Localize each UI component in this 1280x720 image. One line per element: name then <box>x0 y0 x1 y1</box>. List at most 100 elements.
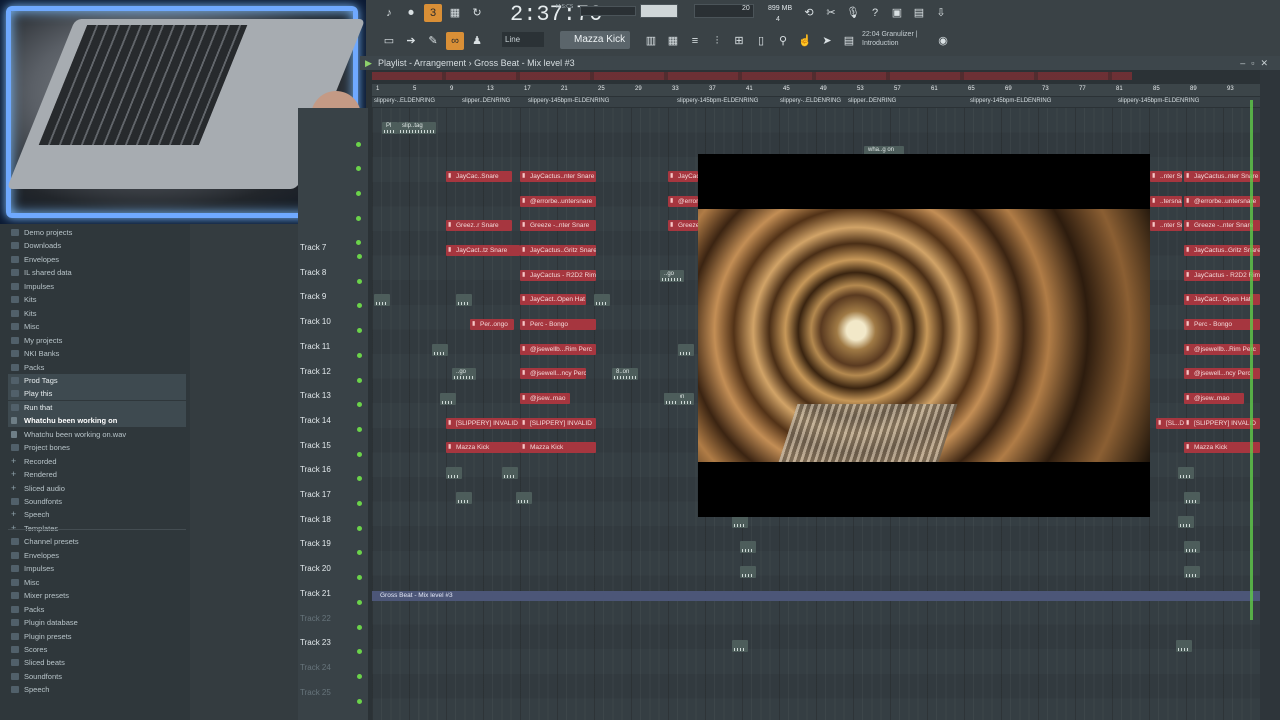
pattern-clip[interactable]: Greeze -..nter Snare <box>1184 220 1260 231</box>
browser-item[interactable]: Mixer presets <box>8 589 186 602</box>
track-mute-led[interactable] <box>356 240 361 245</box>
marker-row[interactable]: slippery-..ELDENRING slipper..DENRING slip… <box>372 97 1260 107</box>
playlist-icon[interactable]: ▭ <box>380 32 398 50</box>
pattern-clip[interactable]: [SLIPPERY] INVALID <box>1184 418 1260 429</box>
audio-clip-fragment[interactable] <box>516 492 532 504</box>
audio-clip-fragment[interactable] <box>374 294 390 306</box>
track-header[interactable]: Track 11 <box>298 338 368 362</box>
browser-item[interactable]: Kits <box>8 293 186 306</box>
audio-clip-fragment[interactable] <box>1184 541 1200 553</box>
piano-roll-icon[interactable]: ▦ <box>664 32 682 50</box>
audio-clip-fragment[interactable] <box>432 344 448 356</box>
track-mute-led[interactable] <box>357 599 362 605</box>
pattern-selector[interactable]: Mazza Kick <box>560 31 630 49</box>
play-icon[interactable]: ▶ <box>365 56 372 70</box>
track-mute-led[interactable] <box>357 624 362 630</box>
pattern-clip[interactable]: [SLIPPERY] INVALID <box>520 418 596 429</box>
browser-item[interactable]: Soundfonts <box>8 670 186 683</box>
audio-clip-fragment[interactable] <box>1178 516 1194 528</box>
browser-item[interactable]: Demo projects <box>8 226 186 239</box>
marker-label[interactable]: slippery-..ELDENRING <box>374 98 435 104</box>
help-icon[interactable]: ? <box>866 4 884 22</box>
browser-item[interactable]: Envelopes <box>8 253 186 266</box>
blend-notes-icon[interactable]: ▦ <box>446 4 464 22</box>
marker-label[interactable]: slippery-145bpm-ELDENRING <box>528 98 609 104</box>
browser-item[interactable]: Kits <box>8 307 186 320</box>
audio-clip-fragment[interactable] <box>740 541 756 553</box>
track-header[interactable]: Track 13 <box>298 387 368 411</box>
audio-clip-fragment[interactable] <box>732 640 748 652</box>
track-mute-led[interactable] <box>357 278 362 284</box>
track-header[interactable]: Track 25 <box>298 684 368 708</box>
microphone-icon[interactable]: 🎙 <box>844 4 862 22</box>
pattern-clip[interactable]: JayCact.. <box>668 171 698 182</box>
browser-item[interactable]: Packs <box>8 603 186 616</box>
pattern-clip[interactable]: ..nter Snare <box>1150 171 1182 182</box>
marker-label[interactable]: slippery-145bpm-ELDENRING <box>677 98 758 104</box>
marker-label[interactable]: slipper..DENRING <box>462 98 510 104</box>
pattern-clip[interactable]: JayCactus..nter Snare <box>520 171 596 182</box>
audio-clip-fragment[interactable] <box>664 393 680 405</box>
track-mute-led[interactable] <box>356 166 361 171</box>
browser-item[interactable]: + Rendered <box>8 468 186 481</box>
marker-label[interactable]: slippery-145bpm-ELDENRING <box>970 98 1051 104</box>
track-mute-led[interactable] <box>357 698 362 704</box>
audio-clip-fragment[interactable] <box>1176 640 1192 652</box>
browser-item[interactable]: Misc <box>8 320 186 333</box>
browser-item[interactable]: Packs <box>8 361 186 374</box>
browser-item[interactable]: Project bones <box>8 441 186 454</box>
pattern-clip[interactable]: @errorbe..untersnare <box>1184 196 1260 207</box>
track-header[interactable]: Track 15 <box>298 437 368 461</box>
pattern-clip[interactable]: JayCactus..Gritz Snare <box>520 245 596 256</box>
audio-clip[interactable]: 8..on <box>612 368 638 380</box>
browser-item[interactable]: NKI Banks <box>8 347 186 360</box>
track-mute-led[interactable] <box>357 426 362 432</box>
online-icon[interactable]: ◉ <box>934 32 952 50</box>
audio-clip-fragment[interactable] <box>446 467 462 479</box>
pattern-clip[interactable]: JayCac..Snare <box>446 171 512 182</box>
browser-item[interactable]: Whatchu been working on.wav <box>8 428 186 441</box>
audio-clip-fragment[interactable] <box>594 294 610 306</box>
save-icon[interactable]: ▣ <box>888 4 906 22</box>
track-mute-led[interactable] <box>356 142 361 147</box>
pattern-clip[interactable]: JayCactus - R2D2 Rim <box>1184 270 1260 281</box>
track-mute-led[interactable] <box>357 402 362 408</box>
pattern-clip[interactable]: JayCactus..Gritz Snare <box>1184 245 1260 256</box>
metronome-icon[interactable]: ♪ <box>380 4 398 22</box>
file-icon[interactable]: ▯ <box>752 32 770 50</box>
track-header[interactable]: Track 22 <box>298 610 368 634</box>
loop-record-icon[interactable]: ↻ <box>468 4 486 22</box>
track-mute-led[interactable] <box>357 575 362 581</box>
browser-item[interactable]: Channel presets <box>8 535 186 548</box>
track-header[interactable]: Track 8 <box>298 264 368 288</box>
track-header[interactable]: Track 19 <box>298 535 368 559</box>
browser-item[interactable]: Whatchu been working on <box>8 414 186 428</box>
audio-clip[interactable]: ..go <box>452 368 476 380</box>
track-header[interactable]: Track 23 <box>298 634 368 658</box>
pattern-clip[interactable]: Greeze -..nter Snare <box>520 220 596 231</box>
marker-label[interactable]: slippery-..ELDENRING <box>780 98 841 104</box>
pattern-clip[interactable]: Greeze <box>668 220 698 231</box>
browser-item[interactable]: Plugin database <box>8 616 186 629</box>
track-mute-led[interactable] <box>357 501 362 506</box>
track-mute-led[interactable] <box>357 303 362 309</box>
browser-item[interactable]: Envelopes <box>8 549 186 562</box>
track-header[interactable]: Track 18 <box>298 511 368 535</box>
browser-item[interactable]: IL shared data <box>8 266 186 279</box>
pattern-clip[interactable]: @jsewell...ncy Perc <box>1184 368 1260 379</box>
pattern-clip[interactable]: JayCact.. Open Hat <box>1184 294 1260 305</box>
playlist-scrollbar[interactable] <box>1260 70 1280 720</box>
audio-clip-fragment[interactable] <box>1184 492 1200 504</box>
audio-clip-fragment[interactable] <box>740 566 756 578</box>
audio-clip-fragment[interactable] <box>502 467 518 479</box>
track-header[interactable]: Track 9 <box>298 288 368 312</box>
audio-clip[interactable]: ..go <box>660 270 684 282</box>
pattern-clip[interactable]: JayCactus - R2D2 Rim <box>520 270 596 281</box>
audio-clip-fragment[interactable] <box>1178 467 1194 479</box>
audio-clip-fragment[interactable] <box>1184 566 1200 578</box>
track-header[interactable]: Track 12 <box>298 363 368 387</box>
plugin-icon[interactable]: ⚲ <box>774 32 792 50</box>
track-mute-led[interactable] <box>357 352 362 358</box>
pattern-clip[interactable]: ..tersnare <box>1150 196 1182 207</box>
browser-item[interactable]: Sliced beats <box>8 656 186 669</box>
